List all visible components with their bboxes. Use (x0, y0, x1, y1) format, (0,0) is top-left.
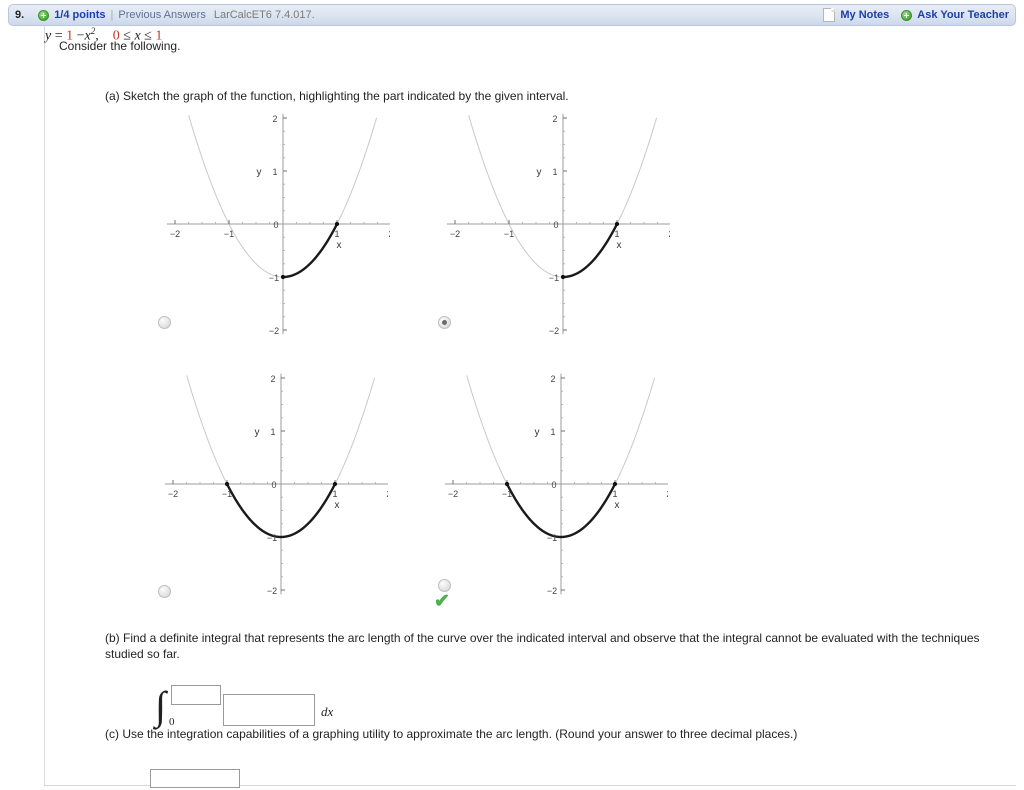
integral-lower-limit: 0 (169, 716, 175, 728)
plus-circle-icon-teacher[interactable] (901, 9, 913, 21)
svg-text:−2: −2 (450, 229, 460, 239)
svg-text:x: x (335, 500, 340, 511)
part-b-text: (b) Find a definite integral that repres… (105, 631, 980, 661)
equation-lhs: y (45, 28, 52, 44)
svg-text:y: y (257, 167, 262, 178)
svg-text:−1: −1 (269, 273, 279, 283)
correct-checkmark-icon: ✔ (434, 591, 450, 612)
svg-text:2: 2 (386, 489, 388, 499)
svg-text:1: 1 (614, 229, 619, 239)
svg-text:2: 2 (666, 489, 668, 499)
svg-text:−2: −2 (170, 229, 180, 239)
svg-text:0: 0 (273, 220, 278, 230)
question-page: 9. 1/4 points | Previous Answers LarCalc… (0, 0, 1024, 790)
svg-text:−2: −2 (168, 489, 178, 499)
question-header-bar: 9. 1/4 points | Previous Answers LarCalc… (8, 4, 1016, 26)
svg-text:1: 1 (552, 167, 557, 177)
note-page-icon[interactable] (823, 8, 836, 22)
svg-text:2: 2 (552, 114, 557, 124)
svg-text:0: 0 (551, 480, 556, 490)
svg-text:1: 1 (550, 427, 555, 437)
svg-text:−2: −2 (547, 586, 557, 595)
svg-text:−2: −2 (549, 326, 559, 335)
svg-text:1: 1 (270, 427, 275, 437)
graph-choice-2[interactable]: −2 −1 2 1 0 2 1 −1 −2 y x (440, 105, 670, 335)
svg-text:x: x (617, 240, 622, 251)
previous-answers-link[interactable]: Previous Answers (118, 9, 205, 21)
plus-circle-icon[interactable] (38, 9, 50, 21)
graph-choice-3[interactable]: −2 −1 2 1 0 2 1 −1 −2 y x (158, 365, 388, 595)
question-number: 9. (15, 9, 25, 21)
radio-choice-3[interactable] (158, 585, 171, 598)
points-label: 1/4 points (54, 9, 106, 21)
svg-text:−1: −1 (222, 489, 232, 499)
svg-text:1: 1 (332, 489, 337, 499)
radio-choice-1[interactable] (158, 316, 171, 329)
svg-text:x: x (615, 500, 620, 511)
header-left-group: 9. 1/4 points | Previous Answers LarCalc… (15, 7, 315, 23)
svg-text:0: 0 (271, 480, 276, 490)
svg-text:−2: −2 (267, 586, 277, 595)
my-notes-link[interactable]: My Notes (840, 9, 889, 21)
svg-text:y: y (537, 167, 542, 178)
svg-text:2: 2 (668, 229, 670, 239)
svg-text:1: 1 (612, 489, 617, 499)
svg-text:1: 1 (272, 167, 277, 177)
header-right-group: My Notes Ask Your Teacher (823, 7, 1009, 23)
graph-choice-4[interactable]: −2 −1 2 1 0 2 1 −1 −2 y x (438, 365, 668, 595)
svg-text:2: 2 (270, 374, 275, 384)
svg-text:1: 1 (334, 229, 339, 239)
integral-upper-limit-input[interactable] (171, 685, 221, 705)
svg-text:x: x (337, 240, 342, 251)
part-c-text: (c) Use the integration capabilities of … (105, 727, 798, 741)
svg-text:−1: −1 (224, 229, 234, 239)
radio-choice-2[interactable] (438, 316, 451, 329)
svg-text:y: y (255, 427, 260, 438)
intro-text: Consider the following. (59, 39, 181, 53)
svg-text:2: 2 (550, 374, 555, 384)
svg-text:−1: −1 (547, 533, 557, 543)
function-equation: y = 1 −x2, 0 ≤ x ≤ 1 (45, 26, 1016, 45)
svg-text:2: 2 (272, 114, 277, 124)
svg-text:−1: −1 (549, 273, 559, 283)
integral-sign: ∫ (155, 683, 166, 728)
header-separator: | (110, 9, 114, 21)
part-a-text: (a) Sketch the graph of the function, hi… (105, 89, 569, 103)
svg-text:−1: −1 (502, 489, 512, 499)
svg-text:−1: −1 (267, 533, 277, 543)
svg-text:2: 2 (388, 229, 390, 239)
svg-text:−2: −2 (448, 489, 458, 499)
svg-text:−2: −2 (269, 326, 279, 335)
integrand-input[interactable] (223, 694, 315, 726)
svg-text:0: 0 (553, 220, 558, 230)
graph-choice-1[interactable]: −2 −1 2 1 0 2 1 −1 −2 y x (160, 105, 390, 335)
question-code: LarCalcET6 7.4.017. (213, 9, 315, 21)
svg-text:−1: −1 (504, 229, 514, 239)
part-c-answer-input[interactable] (150, 769, 240, 788)
svg-text:y: y (535, 427, 540, 438)
ask-your-teacher-link[interactable]: Ask Your Teacher (917, 9, 1009, 21)
dx-label: dx (321, 704, 334, 719)
